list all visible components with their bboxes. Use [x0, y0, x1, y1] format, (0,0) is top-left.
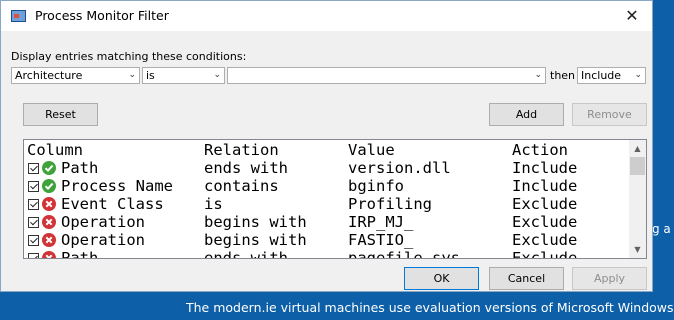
chevron-down-icon: ⌄	[634, 70, 642, 80]
rule-enabled-checkbox[interactable]	[28, 235, 39, 246]
process-monitor-filter-dialog: Process Monitor Filter ✕ Display entries…	[0, 0, 653, 292]
rule-value-cell: pagefile.sys	[348, 249, 460, 259]
exclude-x-icon	[42, 233, 56, 247]
column-header-action[interactable]: Action	[512, 141, 568, 159]
apply-button[interactable]: Apply	[572, 267, 647, 290]
column-header-column[interactable]: Column	[27, 141, 83, 159]
rule-action-cell: Exclude	[512, 249, 578, 259]
action-select[interactable]: Include ⌄	[577, 67, 646, 84]
rule-relation-cell: ends with	[204, 249, 288, 259]
relation-select[interactable]: is ⌄	[142, 67, 225, 84]
filter-rule-row[interactable]: Process Name contains bginfo Include	[24, 177, 630, 195]
ok-button[interactable]: OK	[404, 267, 479, 290]
column-header-value[interactable]: Value	[348, 141, 395, 159]
filter-rule-row[interactable]: Path ends with version.dll Include	[24, 159, 630, 177]
chevron-down-icon: ⌄	[128, 70, 136, 80]
rule-value-cell: version.dll	[348, 159, 451, 177]
exclude-x-icon	[42, 197, 56, 211]
include-check-icon	[42, 161, 56, 175]
rule-relation-cell: ends with	[204, 159, 288, 177]
column-header-relation[interactable]: Relation	[204, 141, 279, 159]
column-select[interactable]: Architecture ⌄	[11, 67, 140, 84]
cancel-button[interactable]: Cancel	[489, 267, 564, 290]
window-title: Process Monitor Filter	[35, 8, 169, 23]
rule-enabled-checkbox[interactable]	[28, 163, 39, 174]
rule-column-cell: Event Class	[61, 195, 164, 213]
rule-action-cell: Exclude	[512, 231, 578, 249]
chevron-down-icon: ⌄	[534, 70, 542, 80]
rule-action-cell: Exclude	[512, 213, 578, 231]
reset-button[interactable]: Reset	[23, 103, 98, 126]
rule-column-cell: Operation	[61, 213, 145, 231]
desktop-background-text: g a	[652, 222, 671, 236]
rule-action-cell: Include	[512, 177, 578, 195]
rule-relation-cell: contains	[204, 177, 279, 195]
filter-rule-row[interactable]: Operation begins with FASTIO_ Exclude	[24, 231, 630, 249]
include-check-icon	[42, 179, 56, 193]
rule-relation-cell: begins with	[204, 231, 307, 249]
rule-value-cell: FASTIO_	[348, 231, 414, 249]
chevron-down-icon: ⌄	[213, 70, 221, 80]
scroll-up-arrow-icon[interactable]: ▲	[629, 140, 646, 157]
title-bar: Process Monitor Filter ✕	[1, 1, 652, 31]
rule-value-cell: IRP_MJ_	[348, 213, 414, 231]
scroll-thumb[interactable]	[630, 157, 645, 175]
rule-action-cell: Exclude	[512, 195, 578, 213]
vertical-scrollbar[interactable]: ▲ ▼	[629, 140, 646, 258]
rule-column-cell: Operation	[61, 231, 145, 249]
rule-enabled-checkbox[interactable]	[28, 181, 39, 192]
exclude-x-icon	[42, 251, 56, 258]
then-label: then	[550, 69, 576, 82]
rule-enabled-checkbox[interactable]	[28, 253, 39, 258]
remove-button[interactable]: Remove	[572, 103, 647, 126]
action-select-value: Include	[581, 69, 622, 82]
value-combobox[interactable]: ⌄	[227, 67, 546, 84]
rule-column-cell: Path	[61, 159, 99, 177]
rule-action-cell: Include	[512, 159, 578, 177]
filter-rule-row[interactable]: Event Class is Profiling Exclude	[24, 195, 630, 213]
rule-column-cell: Path	[61, 249, 99, 259]
process-monitor-app-icon	[11, 10, 26, 22]
rule-column-cell: Process Name	[61, 177, 173, 195]
rule-relation-cell: is	[204, 195, 223, 213]
exclude-x-icon	[42, 215, 56, 229]
conditions-hint-label: Display entries matching these condition…	[11, 50, 247, 63]
scroll-down-arrow-icon[interactable]: ▼	[629, 241, 646, 258]
filter-rule-row[interactable]: Operation begins with IRP_MJ_ Exclude	[24, 213, 630, 231]
filter-rules-list[interactable]: Column Relation Value Action Path ends wi…	[23, 139, 647, 259]
filter-rule-row[interactable]: Path ends with pagefile.sys Exclude	[24, 249, 630, 259]
rule-value-cell: Profiling	[348, 195, 432, 213]
desktop-footer-text: The modern.ie virtual machines use evalu…	[186, 300, 674, 315]
rule-relation-cell: begins with	[204, 213, 307, 231]
rule-enabled-checkbox[interactable]	[28, 199, 39, 210]
close-button[interactable]: ✕	[618, 5, 646, 27]
add-button[interactable]: Add	[489, 103, 564, 126]
rule-value-cell: bginfo	[348, 177, 404, 195]
rule-enabled-checkbox[interactable]	[28, 217, 39, 228]
column-select-value: Architecture	[15, 69, 83, 82]
relation-select-value: is	[146, 69, 155, 82]
